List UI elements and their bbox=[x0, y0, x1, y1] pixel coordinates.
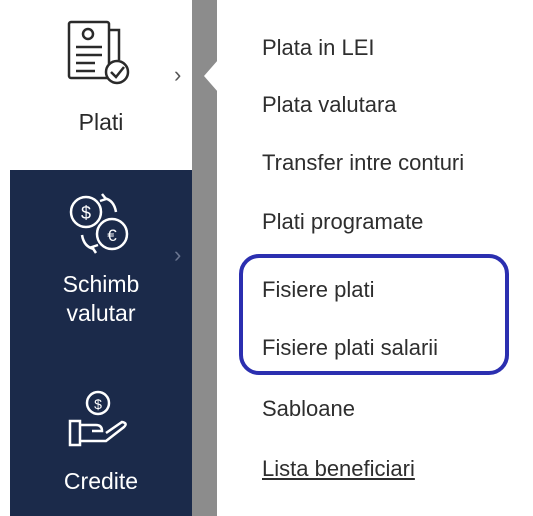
invoice-check-icon bbox=[67, 20, 137, 93]
submenu-item-sabloane[interactable]: Sabloane bbox=[262, 395, 355, 423]
submenu-item-plata-valutara[interactable]: Plata valutara bbox=[262, 91, 397, 119]
nav-item-schimb-valutar[interactable]: $ € › Schimb valutar bbox=[10, 170, 192, 367]
highlight-annotation bbox=[239, 254, 509, 375]
nav-label-line2: valutar bbox=[66, 300, 136, 326]
nav-label-plati: Plati bbox=[78, 109, 124, 135]
submenu-item-plata-in-lei[interactable]: Plata in LEI bbox=[262, 34, 375, 62]
svg-text:$: $ bbox=[94, 396, 102, 412]
svg-text:$: $ bbox=[81, 203, 91, 223]
hand-coin-icon: $ bbox=[66, 389, 136, 456]
nav-item-credite[interactable]: $ Credite bbox=[10, 367, 192, 516]
chevron-right-icon: › bbox=[174, 62, 182, 87]
nav-item-plati[interactable]: › Plati bbox=[10, 0, 192, 170]
submenu-item-plati-programate[interactable]: Plati programate bbox=[262, 208, 423, 236]
chevron-right-icon: › bbox=[174, 242, 182, 267]
nav-label-line1: Schimb bbox=[62, 271, 140, 297]
left-edge bbox=[0, 0, 10, 516]
submenu-pointer bbox=[204, 60, 218, 92]
nav-label-schimb-valutar: Schimb valutar bbox=[10, 270, 192, 328]
submenu-item-transfer-intre-conturi[interactable]: Transfer intre conturi bbox=[262, 149, 464, 177]
submenu-item-lista-beneficiari[interactable]: Lista beneficiari bbox=[262, 455, 415, 483]
currency-exchange-icon: $ € bbox=[66, 192, 134, 259]
nav-label-credite: Credite bbox=[63, 468, 139, 494]
svg-text:€: € bbox=[107, 226, 117, 245]
